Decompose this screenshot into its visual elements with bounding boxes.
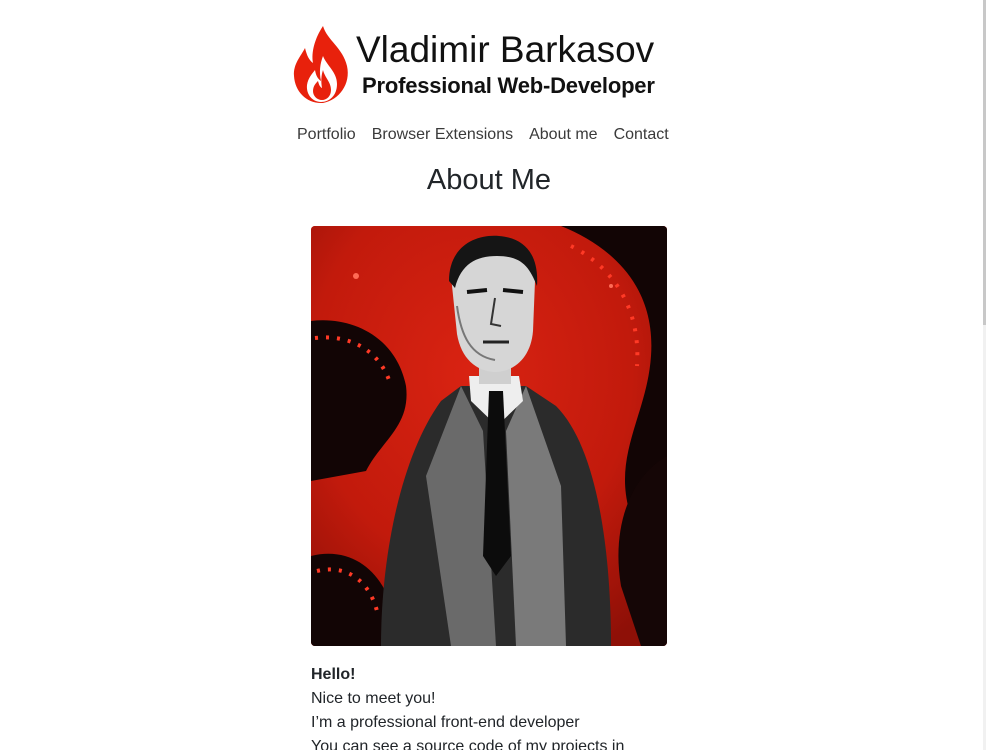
- bio-line: Nice to meet you!: [311, 690, 436, 707]
- bio-text: Hello! Nice to meet you! I’m a professio…: [311, 663, 731, 750]
- nav-item-browser-extensions[interactable]: Browser Extensions: [364, 122, 521, 148]
- bio-line: I’m a professional front-end developer: [311, 714, 580, 731]
- nav-item-portfolio[interactable]: Portfolio: [289, 122, 364, 148]
- site-tagline: Professional Web-Developer: [362, 73, 655, 98]
- nav-item-contact[interactable]: Contact: [606, 122, 677, 148]
- page-title: About Me: [426, 164, 552, 196]
- portrait-illustration: [311, 226, 667, 646]
- flame-icon: [293, 26, 348, 104]
- bio-line: You can see a source code of my projects…: [311, 738, 625, 750]
- page: Vladimir Barkasov Professional Web-Devel…: [0, 0, 986, 750]
- site-logo[interactable]: Vladimir Barkasov Professional Web-Devel…: [293, 24, 693, 108]
- portrait-image: [311, 226, 667, 646]
- bio-greeting: Hello!: [311, 666, 356, 683]
- main-nav: Portfolio Browser Extensions About me Co…: [289, 122, 689, 148]
- nav-item-about-me[interactable]: About me: [521, 122, 605, 148]
- site-owner-name: Vladimir Barkasov: [356, 29, 655, 70]
